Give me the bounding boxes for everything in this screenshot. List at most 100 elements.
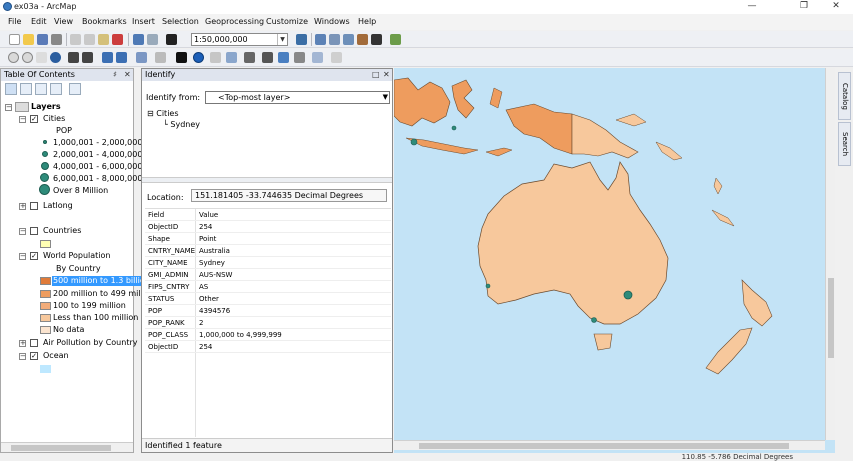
ocean-label[interactable]: Ocean — [43, 351, 69, 361]
layers-label[interactable]: Layers — [31, 102, 61, 112]
toc-options-icon[interactable] — [69, 83, 81, 95]
attribute-row[interactable]: GMI_ADMIN AUS-NSW — [145, 269, 391, 281]
find-route-icon[interactable] — [278, 52, 289, 63]
countries-label[interactable]: Countries — [43, 226, 81, 236]
clear-selection-icon[interactable] — [155, 52, 166, 63]
attribute-row[interactable]: FIPS_CNTRY AS — [145, 281, 391, 293]
toc-horizontal-scrollbar[interactable] — [1, 442, 133, 452]
python-window-icon[interactable] — [371, 34, 382, 45]
identify-icon[interactable] — [193, 52, 204, 63]
identify-from-select[interactable]: <Top-most layer> ▼ — [205, 91, 390, 104]
ocean-expander[interactable]: − — [19, 353, 26, 360]
maximize-button[interactable]: ❐ — [790, 0, 818, 14]
save-icon[interactable] — [37, 34, 48, 45]
latlong-checkbox[interactable] — [30, 202, 38, 210]
measure-icon[interactable] — [244, 52, 255, 63]
attribute-row[interactable]: CNTRY_NAME Australia — [145, 245, 391, 257]
map-canvas[interactable] — [394, 68, 835, 453]
viewer-window-icon[interactable] — [331, 52, 342, 63]
latlong-label[interactable]: Latlong — [43, 201, 73, 211]
menu-geoprocessing[interactable]: Geoprocessing — [205, 17, 264, 26]
attribute-row[interactable]: Shape Point — [145, 233, 391, 245]
layers-expander[interactable]: − — [5, 104, 12, 111]
menu-selection[interactable]: Selection — [162, 17, 199, 26]
attribute-row[interactable]: POP_CLASS 1,000,000 to 4,999,999 — [145, 329, 391, 341]
toc-close-icon[interactable]: ✕ — [124, 69, 131, 81]
maximize-icon[interactable]: □ — [372, 69, 380, 81]
go-to-xy-icon[interactable] — [294, 52, 305, 63]
paste-icon[interactable] — [98, 34, 109, 45]
countries-checkbox[interactable] — [30, 227, 38, 235]
select-elements-icon[interactable] — [176, 52, 187, 63]
tree-layer-node[interactable]: ⊟ Cities — [147, 109, 179, 118]
cities-checkbox[interactable]: ✓ — [30, 115, 38, 123]
identify-close-icon[interactable]: ✕ — [383, 69, 390, 81]
cities-label[interactable]: Cities — [43, 114, 65, 124]
list-by-source-icon[interactable] — [20, 83, 32, 95]
scrollbar-thumb[interactable] — [11, 445, 111, 451]
attribute-row[interactable]: ObjectID 254 — [145, 341, 391, 353]
menu-view[interactable]: View — [54, 17, 73, 26]
fixed-zoom-out-icon[interactable] — [82, 52, 93, 63]
menu-windows[interactable]: Windows — [314, 17, 350, 26]
map-vertical-scrollbar[interactable] — [825, 68, 835, 440]
back-extent-icon[interactable] — [102, 52, 113, 63]
catalog-window-icon[interactable] — [329, 34, 340, 45]
world-population-checkbox[interactable]: ✓ — [30, 252, 38, 260]
model-builder-icon[interactable] — [390, 34, 401, 45]
search-window-icon[interactable] — [343, 34, 354, 45]
search-tab[interactable]: Search — [838, 122, 851, 166]
attribute-row[interactable]: POP_RANK 2 — [145, 317, 391, 329]
scrollbar-thumb[interactable] — [419, 443, 789, 449]
menu-bookmarks[interactable]: Bookmarks — [82, 17, 127, 26]
zoom-out-icon[interactable] — [22, 52, 33, 63]
redo-icon[interactable] — [147, 34, 158, 45]
air-pollution-label[interactable]: Air Pollution by Country — [43, 338, 137, 348]
pan-icon[interactable] — [36, 52, 47, 63]
menu-help[interactable]: Help — [358, 17, 376, 26]
menu-customize[interactable]: Customize — [266, 17, 308, 26]
latlong-expander[interactable]: + — [19, 203, 26, 210]
copy-icon[interactable] — [84, 34, 95, 45]
hyperlink-icon[interactable] — [210, 52, 221, 63]
tree-collapse-icon[interactable]: ⊟ — [147, 109, 154, 118]
map-horizontal-scrollbar[interactable] — [394, 440, 825, 450]
delete-icon[interactable] — [112, 34, 123, 45]
open-icon[interactable] — [23, 34, 34, 45]
map-view[interactable] — [394, 68, 835, 453]
minimize-button[interactable]: — — [738, 0, 766, 14]
undo-icon[interactable] — [133, 34, 144, 45]
chevron-down-icon[interactable]: ▼ — [277, 34, 287, 45]
editor-icon[interactable] — [296, 34, 307, 45]
catalog-tab[interactable]: Catalog — [838, 72, 851, 120]
attribute-row[interactable]: ObjectID 254 — [145, 221, 391, 233]
map-scale-combo[interactable]: 1:50,000,000 ▼ — [191, 33, 288, 46]
menu-insert[interactable]: Insert — [132, 17, 155, 26]
list-by-drawing-order-icon[interactable] — [5, 83, 17, 95]
html-popup-icon[interactable] — [226, 52, 237, 63]
identify-splitter[interactable] — [142, 177, 392, 183]
new-icon[interactable] — [9, 34, 20, 45]
chevron-down-icon[interactable]: ▼ — [383, 92, 388, 103]
pop-class-1[interactable]: 500 million to 1.3 billio — [52, 276, 146, 286]
attribute-row[interactable]: POP 4394576 — [145, 305, 391, 317]
menu-file[interactable]: File — [8, 17, 21, 26]
list-by-selection-icon[interactable] — [50, 83, 62, 95]
find-icon[interactable] — [262, 52, 273, 63]
scrollbar-thumb[interactable] — [828, 278, 834, 358]
arctoolbox-icon[interactable] — [357, 34, 368, 45]
time-slider-icon[interactable] — [312, 52, 323, 63]
ocean-checkbox[interactable]: ✓ — [30, 352, 38, 360]
select-features-icon[interactable] — [136, 52, 147, 63]
attribute-row[interactable]: STATUS Other — [145, 293, 391, 305]
countries-expander[interactable]: − — [19, 228, 26, 235]
table-of-contents-icon[interactable] — [315, 34, 326, 45]
tree-feature-node[interactable]: └ Sydney — [163, 120, 200, 129]
attribute-row[interactable]: CITY_NAME Sydney — [145, 257, 391, 269]
full-extent-icon[interactable] — [50, 52, 61, 63]
list-by-visibility-icon[interactable] — [35, 83, 47, 95]
close-button[interactable]: ✕ — [822, 0, 850, 14]
air-pollution-checkbox[interactable] — [30, 339, 38, 347]
cities-expander[interactable]: − — [19, 116, 26, 123]
add-data-icon[interactable] — [166, 34, 177, 45]
